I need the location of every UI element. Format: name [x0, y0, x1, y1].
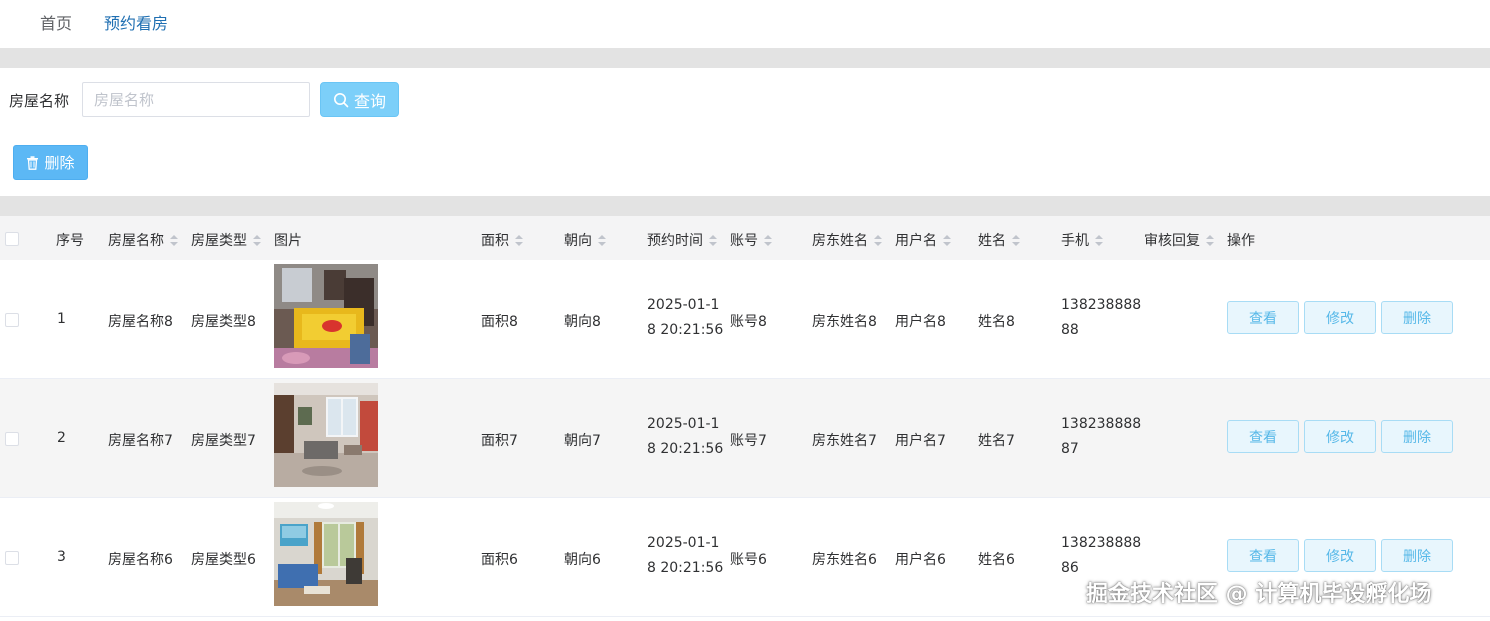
cell-orientation: 朝向8: [564, 314, 601, 330]
cell-username: 用户名6: [895, 552, 946, 568]
cell-name: 房屋名称8: [108, 314, 173, 330]
header-index: 序号: [56, 233, 84, 249]
watermark: 掘金技术社区 @ 计算机毕设孵化场: [1086, 582, 1432, 607]
house-thumbnail[interactable]: [274, 502, 378, 606]
nav-home[interactable]: 首页: [40, 10, 72, 34]
sort-icon[interactable]: [1012, 234, 1020, 246]
sort-icon[interactable]: [1095, 234, 1103, 246]
table-row: 2 房屋名称7 房屋类型7 面积7 朝向7 2025-01-1 8 20:21:5…: [0, 379, 1490, 498]
query-button-label: 查询: [353, 91, 386, 111]
cell-type: 房屋类型7: [191, 433, 256, 449]
table-row: 1 房屋名称8 房屋类型8 面积8 朝向8 2025-01-1 8 20:21:5…: [0, 260, 1490, 379]
cell-landlord: 房东姓名8: [812, 314, 877, 330]
house-thumbnail[interactable]: [274, 264, 378, 368]
row-checkbox[interactable]: [5, 432, 19, 446]
search-label: 房屋名称: [9, 92, 70, 110]
header-actions: 操作: [1227, 233, 1255, 249]
header-image: 图片: [274, 233, 302, 249]
sort-icon[interactable]: [170, 234, 178, 246]
cell-area: 面积6: [481, 552, 518, 568]
cell-orientation: 朝向7: [564, 433, 601, 449]
batch-delete-label: 删除: [44, 154, 75, 172]
header-phone[interactable]: 手机: [1061, 230, 1103, 250]
sort-icon[interactable]: [709, 234, 717, 246]
header-name[interactable]: 房屋名称: [108, 230, 178, 250]
sort-icon[interactable]: [515, 234, 523, 246]
sort-icon[interactable]: [598, 234, 606, 246]
sitting-room-photo-icon: [274, 502, 378, 606]
divider-band: [0, 48, 1490, 68]
cell-username: 用户名7: [895, 433, 946, 449]
header-account[interactable]: 账号: [730, 230, 772, 250]
sort-icon[interactable]: [764, 234, 772, 246]
edit-button[interactable]: 修改: [1304, 301, 1376, 334]
cell-realname: 姓名6: [978, 552, 1015, 568]
cell-area: 面积7: [481, 433, 518, 449]
trash-icon: [27, 155, 39, 170]
query-button[interactable]: 查询: [320, 82, 399, 117]
cell-type: 房屋类型6: [191, 552, 256, 568]
header-orientation[interactable]: 朝向: [564, 230, 606, 250]
header-area[interactable]: 面积: [481, 230, 523, 250]
cell-account: 账号8: [730, 314, 767, 330]
row-checkbox[interactable]: [5, 313, 19, 327]
cell-realname: 姓名7: [978, 433, 1015, 449]
cell-index: 1: [57, 311, 66, 327]
cell-type: 房屋类型8: [191, 314, 256, 330]
cell-realname: 姓名8: [978, 314, 1015, 330]
sort-icon[interactable]: [874, 234, 882, 246]
header-type[interactable]: 房屋类型: [191, 230, 261, 250]
sort-icon[interactable]: [253, 234, 261, 246]
cell-account: 账号6: [730, 552, 767, 568]
living-room-photo-icon: [274, 383, 378, 487]
view-button[interactable]: 查看: [1227, 420, 1299, 453]
table-header: 序号 房屋名称 房屋类型 图片 面积 朝向 预约时间 账号 房东姓名 用户名 姓…: [0, 216, 1490, 260]
cell-name: 房屋名称7: [108, 433, 173, 449]
edit-button[interactable]: 修改: [1304, 539, 1376, 572]
cell-phone: 138238888 86: [1061, 535, 1142, 576]
sort-icon[interactable]: [943, 234, 951, 246]
top-nav: 首页 预约看房: [0, 0, 1490, 48]
cell-phone: 138238888 88: [1061, 297, 1142, 338]
delete-button[interactable]: 删除: [1381, 301, 1453, 334]
nav-booking[interactable]: 预约看房: [104, 10, 168, 34]
delete-button[interactable]: 删除: [1381, 420, 1453, 453]
delete-button[interactable]: 删除: [1381, 539, 1453, 572]
row-checkbox[interactable]: [5, 551, 19, 565]
select-all-checkbox[interactable]: [5, 232, 19, 246]
cell-phone: 138238888 87: [1061, 416, 1142, 457]
edit-button[interactable]: 修改: [1304, 420, 1376, 453]
search-icon: [333, 92, 349, 107]
header-landlord[interactable]: 房东姓名: [812, 230, 882, 250]
house-thumbnail[interactable]: [274, 383, 378, 487]
cell-time: 2025-01-1 8 20:21:56: [647, 416, 724, 457]
cell-time: 2025-01-1 8 20:21:56: [647, 535, 724, 576]
header-username[interactable]: 用户名: [895, 230, 951, 250]
bedroom-photo-icon: [274, 264, 378, 368]
cell-landlord: 房东姓名6: [812, 552, 877, 568]
cell-account: 账号7: [730, 433, 767, 449]
batch-delete-button[interactable]: 删除: [13, 145, 88, 180]
header-review[interactable]: 审核回复: [1144, 230, 1214, 250]
divider-band-2: [0, 196, 1490, 216]
header-time[interactable]: 预约时间: [647, 230, 717, 250]
cell-time: 2025-01-1 8 20:21:56: [647, 297, 724, 338]
view-button[interactable]: 查看: [1227, 539, 1299, 572]
search-input[interactable]: [82, 82, 310, 117]
header-realname[interactable]: 姓名: [978, 230, 1020, 250]
cell-orientation: 朝向6: [564, 552, 601, 568]
cell-index: 2: [57, 430, 66, 446]
sort-icon[interactable]: [1206, 234, 1214, 246]
booking-table: 序号 房屋名称 房屋类型 图片 面积 朝向 预约时间 账号 房东姓名 用户名 姓…: [0, 216, 1490, 617]
cell-landlord: 房东姓名7: [812, 433, 877, 449]
cell-username: 用户名8: [895, 314, 946, 330]
view-button[interactable]: 查看: [1227, 301, 1299, 334]
cell-area: 面积8: [481, 314, 518, 330]
cell-index: 3: [57, 549, 66, 565]
cell-name: 房屋名称6: [108, 552, 173, 568]
